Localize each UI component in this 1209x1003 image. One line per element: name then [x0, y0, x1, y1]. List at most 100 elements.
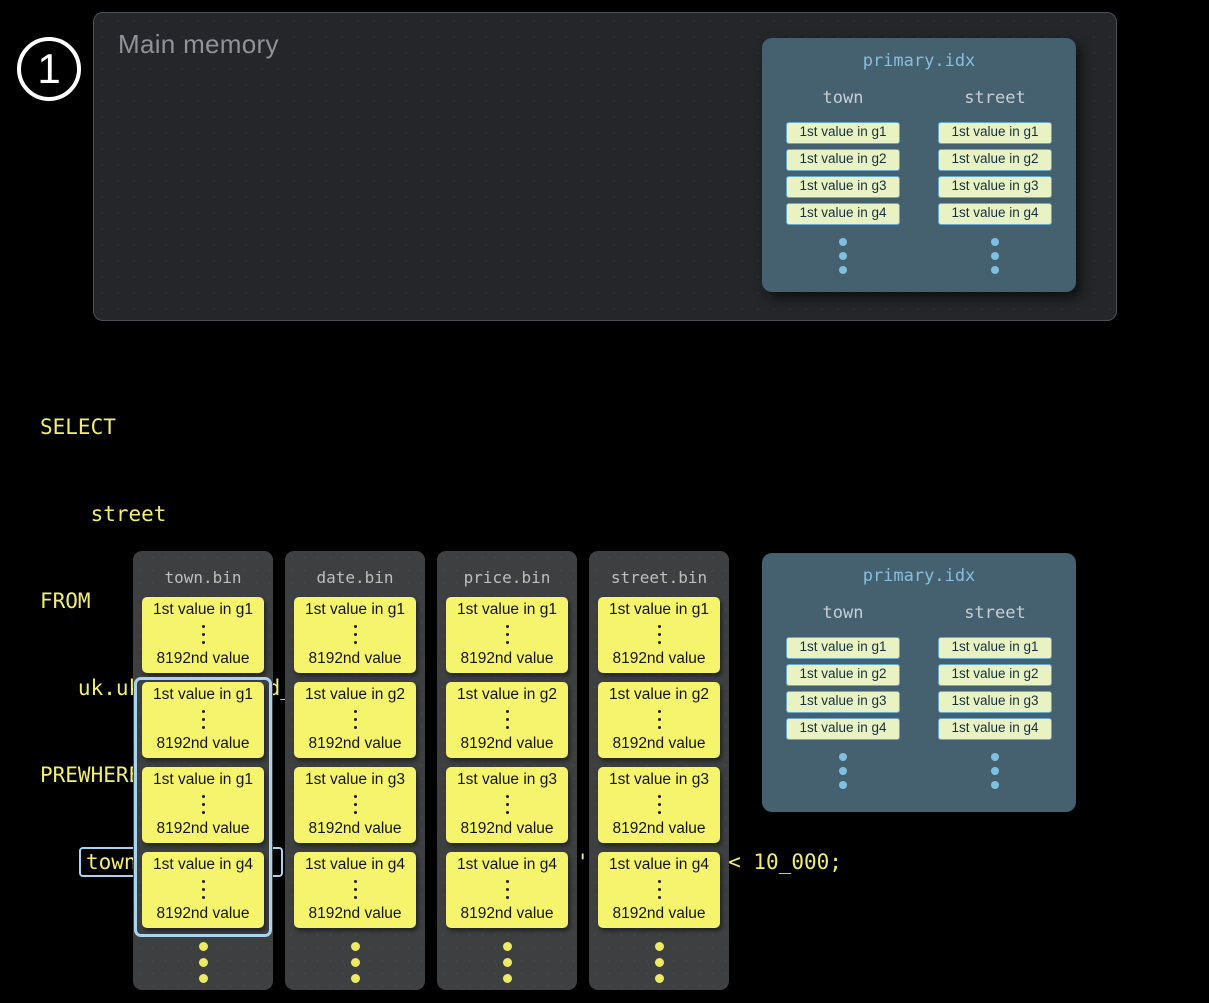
- more-entries-ellipsis: [991, 753, 999, 789]
- column-file-title: price.bin: [437, 568, 577, 587]
- ellipsis-dot: [839, 767, 847, 775]
- granule-last-value: 8192nd value: [460, 650, 553, 668]
- granule-last-value: 8192nd value: [612, 735, 705, 753]
- sql-indent: [40, 850, 78, 874]
- ellipsis-dot: [506, 896, 509, 899]
- index-column-town: town1st value in g11st value in g21st va…: [786, 603, 900, 789]
- ellipsis-dot: [658, 710, 661, 713]
- ellipsis-dot: [202, 726, 205, 729]
- ellipsis-dot: [202, 811, 205, 814]
- granule-block: 1st value in g38192nd value: [446, 767, 568, 843]
- ellipsis-dot: [351, 974, 360, 983]
- granule-block: 1st value in g18192nd value: [446, 597, 568, 673]
- granule-first-value: 1st value in g2: [457, 686, 557, 704]
- granule-last-value: 8192nd value: [156, 820, 249, 838]
- index-entry-chip: 1st value in g3: [786, 691, 900, 713]
- index-entry-chip: 1st value in g2: [938, 149, 1052, 171]
- granule-last-value: 8192nd value: [612, 650, 705, 668]
- ellipsis-dot: [839, 781, 847, 789]
- more-entries-ellipsis: [839, 753, 847, 789]
- ellipsis-dot: [991, 266, 999, 274]
- granule-blocks: 1st value in g18192nd value1st value in …: [598, 597, 720, 928]
- index-column-street: street1st value in g11st value in g21st …: [938, 88, 1052, 274]
- vertical-ellipsis: [354, 880, 357, 899]
- granule-block: 1st value in g1 8192nd value: [142, 767, 264, 843]
- column-file-date-bin: date.bin 1st value in g18192nd value 1st v…: [285, 551, 425, 990]
- ellipsis-dot: [354, 880, 357, 883]
- ellipsis-dot: [354, 811, 357, 814]
- index-column-header: street: [964, 603, 1025, 623]
- vertical-ellipsis: [506, 795, 509, 814]
- index-column-street: street1st value in g11st value in g21st …: [938, 603, 1052, 789]
- ellipsis-dot: [506, 641, 509, 644]
- ellipsis-dot: [354, 641, 357, 644]
- ellipsis-dot: [354, 888, 357, 891]
- ellipsis-dot: [991, 753, 999, 761]
- ellipsis-dot: [658, 718, 661, 721]
- ellipsis-dot: [354, 803, 357, 806]
- granule-last-value: 8192nd value: [156, 650, 249, 668]
- vertical-ellipsis: [658, 625, 661, 644]
- ellipsis-dot: [839, 238, 847, 246]
- vertical-ellipsis: [202, 795, 205, 814]
- vertical-ellipsis: [202, 710, 205, 729]
- step-number-badge: 1: [17, 37, 81, 101]
- index-entry-chip: 1st value in g1: [938, 122, 1052, 144]
- ellipsis-dot: [658, 880, 661, 883]
- ellipsis-dot: [503, 958, 512, 967]
- ellipsis-dot: [658, 803, 661, 806]
- granule-last-value: 8192nd value: [308, 735, 401, 753]
- primary-idx-title: primary.idx: [786, 51, 1052, 71]
- ellipsis-dot: [658, 726, 661, 729]
- vertical-ellipsis: [202, 880, 205, 899]
- ellipsis-dot: [199, 958, 208, 967]
- ellipsis-dot: [503, 974, 512, 983]
- granule-block: 1st value in g18192nd value: [142, 682, 264, 758]
- more-granules-ellipsis: [285, 942, 425, 983]
- primary-idx-columns: town1st value in g11st value in g21st va…: [786, 88, 1052, 274]
- ellipsis-dot: [351, 958, 360, 967]
- granule-first-value: 1st value in g1: [153, 771, 253, 789]
- ellipsis-dot: [506, 718, 509, 721]
- ellipsis-dot: [506, 811, 509, 814]
- index-entry-chip: 1st value in g4: [786, 718, 900, 740]
- ellipsis-dot: [202, 718, 205, 721]
- diagram-canvas: 1 Main memory primary.idx town1st value i…: [0, 0, 1209, 1003]
- ellipsis-dot: [202, 888, 205, 891]
- sql-line-select: SELECT: [40, 413, 842, 442]
- granule-last-value: 8192nd value: [612, 905, 705, 923]
- index-entry-chip: 1st value in g2: [786, 149, 900, 171]
- ellipsis-dot: [506, 625, 509, 628]
- granule-block: 1st value in g48192nd value: [446, 852, 568, 928]
- vertical-ellipsis: [202, 625, 205, 644]
- granule-block: 1st value in g48192nd value: [598, 852, 720, 928]
- index-entry-chip: 1st value in g3: [938, 176, 1052, 198]
- ellipsis-dot: [658, 625, 661, 628]
- granule-block: 1st value in g18192nd value: [142, 597, 264, 673]
- ellipsis-dot: [839, 252, 847, 260]
- granule-first-value: 1st value in g2: [305, 686, 405, 704]
- granule-block: 1st value in g28192nd value: [598, 682, 720, 758]
- ellipsis-dot: [351, 942, 360, 951]
- ellipsis-dot: [655, 974, 664, 983]
- ellipsis-dot: [658, 811, 661, 814]
- granule-last-value: 8192nd value: [308, 905, 401, 923]
- ellipsis-dot: [199, 974, 208, 983]
- granule-block: 1st value in g18192nd value: [294, 597, 416, 673]
- ellipsis-dot: [991, 781, 999, 789]
- vertical-ellipsis: [658, 710, 661, 729]
- main-memory-label: Main memory: [118, 29, 279, 60]
- ellipsis-dot: [658, 888, 661, 891]
- granule-last-value: 8192nd value: [460, 735, 553, 753]
- granule-first-value: 1st value in g1: [609, 601, 709, 619]
- column-file-title: date.bin: [285, 568, 425, 587]
- ellipsis-dot: [354, 896, 357, 899]
- ellipsis-dot: [506, 880, 509, 883]
- ellipsis-dot: [658, 896, 661, 899]
- ellipsis-dot: [506, 710, 509, 713]
- granule-first-value: 1st value in g4: [457, 856, 557, 874]
- step-number: 1: [37, 48, 60, 90]
- ellipsis-dot: [655, 942, 664, 951]
- vertical-ellipsis: [506, 710, 509, 729]
- ellipsis-dot: [506, 803, 509, 806]
